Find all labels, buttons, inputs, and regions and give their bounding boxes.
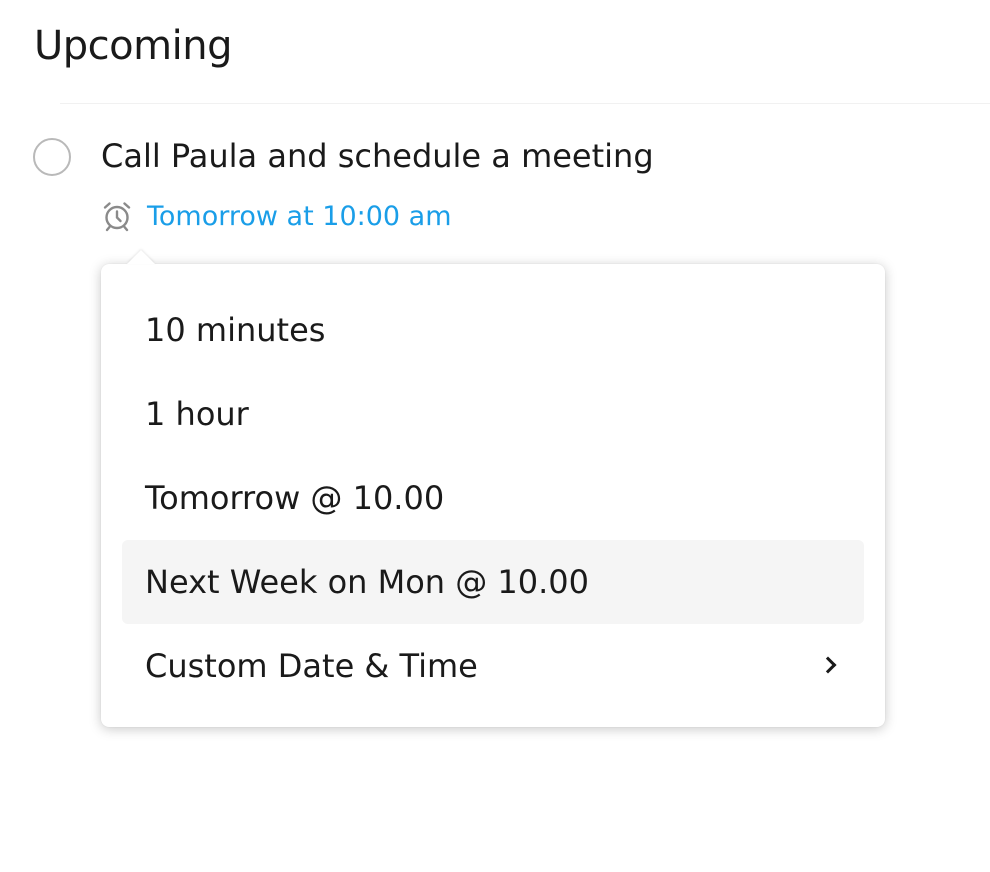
menu-item-label: 1 hour bbox=[145, 395, 249, 433]
section-title: Upcoming bbox=[34, 23, 232, 69]
menu-item-label: 10 minutes bbox=[145, 311, 326, 349]
menu-item-tomorrow[interactable]: Tomorrow @ 10.00 bbox=[122, 456, 864, 540]
menu-item-10-minutes[interactable]: 10 minutes bbox=[122, 288, 864, 372]
chevron-right-icon bbox=[819, 656, 837, 674]
menu-item-1-hour[interactable]: 1 hour bbox=[122, 372, 864, 456]
reminder-time-link[interactable]: Tomorrow at 10:00 am bbox=[147, 198, 452, 236]
snooze-menu: 10 minutes 1 hour Tomorrow @ 10.00 Next … bbox=[101, 250, 885, 727]
task-complete-checkbox[interactable] bbox=[33, 138, 71, 176]
menu-item-next-week[interactable]: Next Week on Mon @ 10.00 bbox=[122, 540, 864, 624]
section-divider bbox=[60, 103, 990, 104]
alarm-clock-icon bbox=[100, 199, 134, 233]
task-title[interactable]: Call Paula and schedule a meeting bbox=[101, 134, 654, 178]
menu-caret bbox=[127, 250, 155, 264]
upcoming-view: Upcoming Call Paula and schedule a meeti… bbox=[0, 0, 990, 872]
menu-item-label: Custom Date & Time bbox=[145, 647, 478, 685]
menu-item-custom-date-time[interactable]: Custom Date & Time bbox=[122, 624, 864, 708]
snooze-menu-list: 10 minutes 1 hour Tomorrow @ 10.00 Next … bbox=[122, 288, 864, 708]
menu-item-label: Next Week on Mon @ 10.00 bbox=[145, 563, 590, 601]
menu-item-label: Tomorrow @ 10.00 bbox=[145, 479, 445, 517]
